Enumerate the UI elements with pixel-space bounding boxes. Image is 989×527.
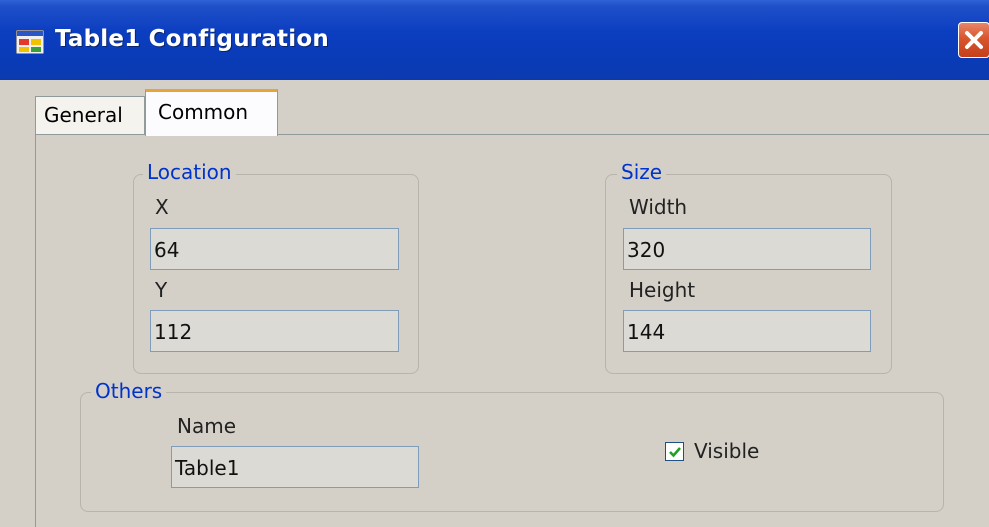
check-icon xyxy=(669,447,681,458)
location-group-title: Location xyxy=(143,161,236,183)
x-input[interactable]: 64 xyxy=(150,228,399,270)
x-label: X xyxy=(155,195,169,219)
width-input[interactable]: 320 xyxy=(623,228,871,270)
height-label: Height xyxy=(629,278,696,302)
y-label: Y xyxy=(155,278,168,302)
title-bar[interactable]: Table1 Configuration xyxy=(0,0,989,80)
dialog-window: Table1 Configuration General Common Loca… xyxy=(0,0,989,527)
others-group-title: Others xyxy=(91,380,167,402)
tab-common-label: Common xyxy=(158,100,249,124)
size-group-title: Size xyxy=(617,161,667,183)
tab-general[interactable]: General xyxy=(35,96,145,136)
app-window-icon xyxy=(15,29,45,55)
window-title: Table1 Configuration xyxy=(55,26,329,52)
visible-checkbox[interactable] xyxy=(665,442,684,461)
close-icon xyxy=(965,31,983,49)
tab-common[interactable]: Common xyxy=(145,89,278,136)
visible-label[interactable]: Visible xyxy=(694,439,759,463)
tab-general-label: General xyxy=(44,103,123,127)
name-label: Name xyxy=(177,414,237,438)
y-input[interactable]: 112 xyxy=(150,310,399,352)
close-button[interactable] xyxy=(958,22,989,58)
height-input[interactable]: 144 xyxy=(623,310,871,352)
name-input[interactable]: Table1 xyxy=(171,446,419,488)
width-label: Width xyxy=(629,195,688,219)
